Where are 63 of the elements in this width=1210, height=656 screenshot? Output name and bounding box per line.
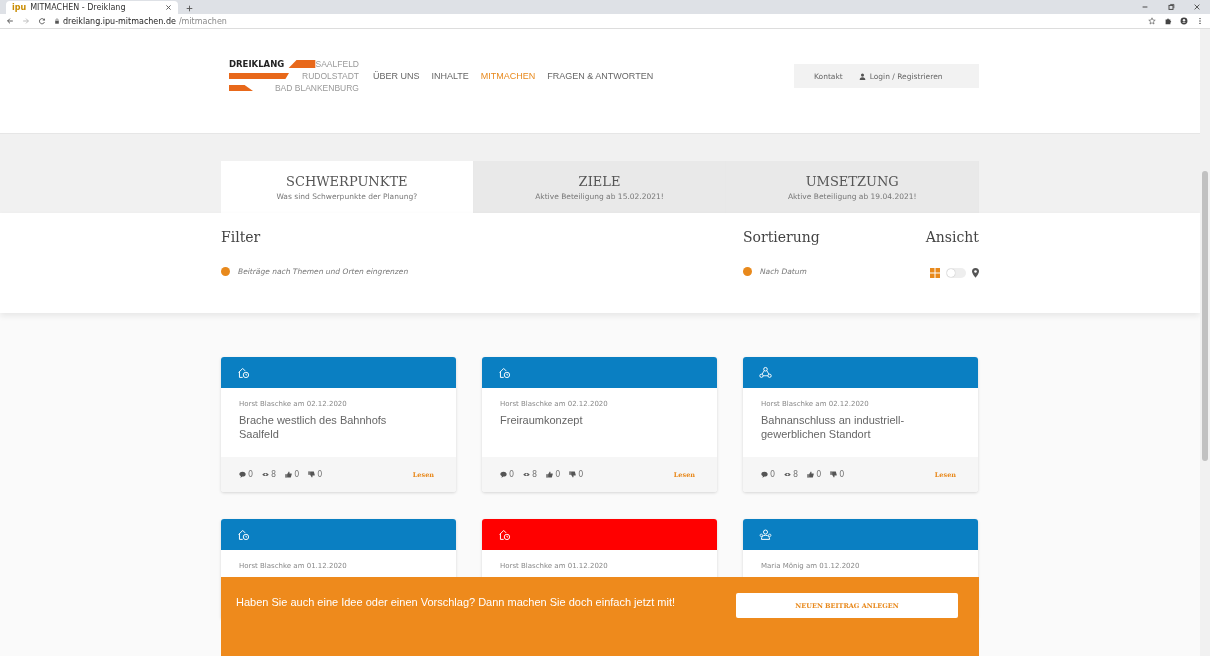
menu-icon[interactable]	[1196, 17, 1204, 25]
post-title: Bahnanschluss an industriell-gewerblichen Standort	[761, 413, 906, 441]
scrollbar[interactable]	[1200, 29, 1210, 656]
house-clock-icon	[498, 366, 511, 379]
thumbs-up-icon	[807, 471, 815, 478]
nav-link[interactable]: FRAGEN & ANTWORTEN	[547, 71, 654, 81]
star-icon[interactable]	[1148, 17, 1156, 25]
eye-icon	[523, 471, 531, 478]
filter-heading: Filter	[221, 229, 262, 245]
house-clock-icon	[498, 528, 511, 541]
post-title: Brache westlich des Bahnhofs Saalfeld	[239, 413, 388, 441]
like-count: 0	[816, 470, 822, 479]
house-clock-icon	[237, 528, 250, 541]
browser-tab[interactable]: ipu MITMACHEN - Dreiklang	[6, 1, 178, 14]
house-clock-icon	[237, 366, 250, 379]
view-count: 8	[532, 470, 538, 479]
view-count: 8	[271, 470, 277, 479]
user-icon	[858, 72, 866, 80]
comment-icon	[500, 471, 507, 478]
logo-wordmark: DREIKLANG	[229, 59, 285, 69]
comment-icon	[239, 471, 246, 478]
logo-town: BAD BLANKENBURG	[273, 83, 359, 93]
thumbs-down-icon	[830, 471, 838, 478]
map-pin-icon[interactable]	[972, 268, 979, 278]
like-count: 0	[294, 470, 300, 479]
logo-town: RUDOLSTADT	[301, 71, 359, 81]
like-count: 0	[555, 470, 561, 479]
new-tab-icon[interactable]	[186, 5, 193, 12]
people-icon	[759, 528, 772, 541]
logo-stripe	[229, 84, 253, 92]
nav-link[interactable]: INHALTE	[431, 71, 469, 81]
eye-icon	[262, 471, 270, 478]
thumbs-down-icon	[569, 471, 577, 478]
post-title: Freiraumkonzept	[500, 413, 584, 427]
thumbs-down-icon	[308, 471, 316, 478]
close-icon[interactable]	[165, 4, 172, 11]
view-count: 8	[793, 470, 799, 479]
reload-icon[interactable]	[38, 17, 46, 25]
nav-link[interactable]: ÜBER UNS	[373, 71, 420, 81]
view-heading: Ansicht	[925, 229, 979, 245]
thumbs-up-icon	[285, 471, 293, 478]
thumbs-up-icon	[546, 471, 554, 478]
dislike-count: 0	[578, 470, 584, 479]
comment-icon	[761, 471, 768, 478]
restore-icon[interactable]	[1167, 3, 1175, 11]
view-toggle[interactable]	[946, 268, 966, 278]
dislike-count: 0	[317, 470, 323, 479]
dislike-count: 0	[839, 470, 845, 479]
address-bar[interactable]: dreiklang.ipu-mitmachen.de /mitmachen	[54, 14, 1140, 28]
back-icon[interactable]	[6, 17, 14, 25]
comment-count: 0	[248, 470, 254, 479]
network-icon	[759, 366, 772, 379]
comment-count: 0	[509, 470, 515, 479]
eye-icon	[784, 471, 792, 478]
puzzle-icon[interactable]	[1164, 17, 1172, 25]
profile-icon[interactable]	[1180, 17, 1188, 25]
close-icon[interactable]	[1193, 3, 1201, 11]
logo-stripe	[229, 72, 289, 80]
sort-heading: Sortierung	[743, 229, 821, 245]
logo-town: SAALFELD	[315, 59, 359, 69]
site-favicon: ipu	[12, 3, 27, 12]
comment-count: 0	[770, 470, 776, 479]
lock-icon	[54, 18, 60, 24]
